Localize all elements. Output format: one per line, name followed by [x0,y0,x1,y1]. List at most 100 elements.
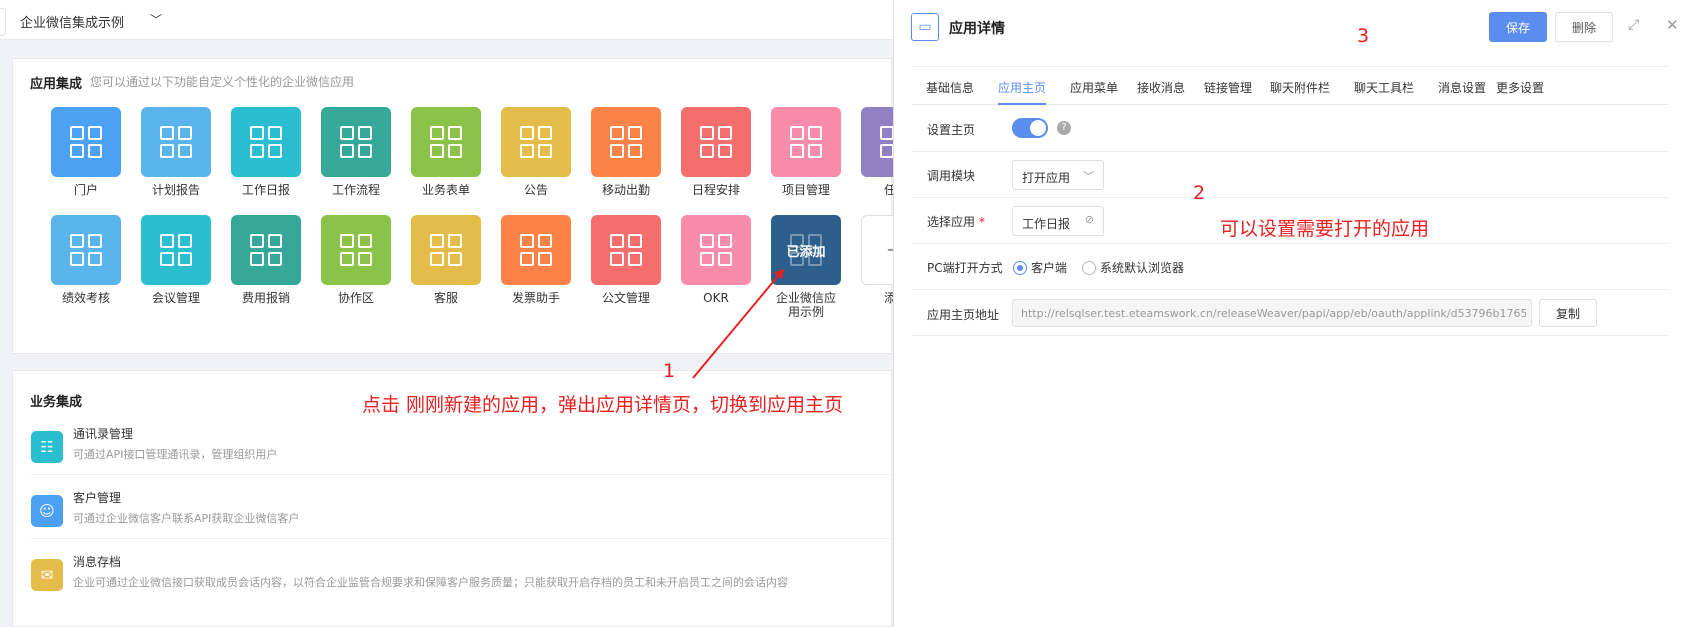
app-tile[interactable] [681,215,751,285]
grid-icon [610,234,642,266]
url-value: http://relsqlser.test.eteamswork.cn/rele… [1021,307,1526,320]
select-app-label: 选择应用 * [927,213,985,230]
grid-icon [700,126,732,158]
app-tile[interactable] [231,215,301,285]
app-tile[interactable] [591,107,661,177]
grid-icon [250,126,282,158]
app-tile-label: 日程安排 [691,183,740,197]
app-tile-label: 门户 [73,183,98,197]
set-homepage-row: 设置主页 ? [912,106,1668,152]
app-tile-label: 会议管理 [151,291,200,305]
app-tile-label: 工作流程 [331,183,380,197]
app-tile-label: 公告 [523,183,548,197]
app-tile[interactable] [51,215,121,285]
grid-icon [70,234,102,266]
app-tile-label: 绩效考核 [61,291,110,305]
radio-client[interactable] [1013,261,1027,275]
select-app-label-text: 选择应用 [927,215,976,229]
tab-bar: 基础信息 应用主页 应用菜单 接收消息 链接管理 聊天附件栏 聊天工具栏 消息设置 更多设置 [912,66,1668,105]
url-field[interactable]: http://relsqlser.test.eteamswork.cn/rele… [1012,299,1532,327]
grid-icon [700,234,732,266]
tab[interactable]: 应用主页 [998,79,1046,96]
app-tile[interactable] [501,215,571,285]
app-title: 企业微信集成示例 [20,16,125,31]
tab[interactable]: 应用菜单 [1070,79,1118,96]
app-tile[interactable] [411,215,481,285]
annotation-number-1: 1 [663,360,676,382]
tab[interactable]: 消息设置 [1438,79,1486,96]
app-tile[interactable] [771,107,841,177]
module-label: 调用模块 [927,169,976,183]
grid-icon [520,126,552,158]
app-tile[interactable] [591,215,661,285]
app-select[interactable]: 工作日报 ⊘ [1012,206,1104,236]
app-tile[interactable] [501,107,571,177]
close-icon[interactable]: ✕ [1666,16,1679,34]
app-tile[interactable] [51,107,121,177]
app-tile-label: 计划报告 [151,183,200,197]
tab[interactable]: 聊天附件栏 [1270,79,1330,96]
grid-icon [790,126,822,158]
annotation-text-1: 点击 刚刚新建的应用，弹出应用详情页，切换到应用主页 [362,394,844,416]
business-item-desc: 可通过API接口管理通讯录，管理组织用户 [73,448,278,461]
app-integration-card: 应用集成 您可以通过以下功能自定义个性化的企业微信应用 门户 计划报告 工作日报 工作… [12,58,931,354]
copy-button[interactable]: 复制 [1539,299,1597,327]
app-tile-label: 协作区 [337,291,374,305]
app-tile[interactable] [141,215,211,285]
app-tile[interactable]: 已添加 [771,215,841,285]
app-tile[interactable] [231,107,301,177]
app-tile-label: 发票助手 [511,291,560,305]
pc-open-row: PC端打开方式 客户端 系统默认浏览器 [912,244,1668,290]
collapse-handle[interactable] [0,8,6,36]
business-item-name[interactable]: 消息存档 [73,553,121,570]
tab[interactable]: 更多设置 [1496,79,1544,96]
active-tab-indicator [998,103,1046,105]
app-tile[interactable] [321,215,391,285]
grid-icon [610,126,642,158]
annotation-number-2: 2 [1193,182,1206,204]
chevron-down-icon: ﹀ [1083,170,1094,183]
save-button[interactable]: 保存 [1489,12,1547,42]
delete-button[interactable]: 删除 [1555,12,1613,42]
user-icon: ☺ [31,495,63,527]
business-item-name[interactable]: 客户管理 [73,489,121,506]
app-tile[interactable] [681,107,751,177]
grid-icon [340,234,372,266]
tab[interactable]: 聊天工具栏 [1354,79,1414,96]
grid-icon [160,126,192,158]
annotation-number-3: 3 [1357,25,1370,47]
app-tile-label: 项目管理 [781,183,830,197]
tab[interactable]: 接收消息 [1137,79,1185,96]
business-item-name[interactable]: 通讯录管理 [73,425,133,442]
grid-icon [250,234,282,266]
cast-icon: ▭ [911,13,939,41]
app-tile[interactable] [411,107,481,177]
set-homepage-label: 设置主页 [927,123,976,137]
section-title: 应用集成 [30,77,83,92]
app-detail-panel: ▭ 应用详情 保存 删除 ⤢ ✕ 基础信息 应用主页 应用菜单 接收消息 链接管理 聊天附… [893,0,1694,627]
radio-browser[interactable] [1082,261,1096,275]
url-label: 应用主页地址 [927,308,1000,322]
tab[interactable]: 基础信息 [926,79,974,96]
added-badge: 已添加 [786,244,826,260]
grid-icon [160,234,192,266]
expand-icon[interactable]: ⤢ [1628,17,1639,33]
radio-client-label: 客户端 [1031,261,1068,275]
module-row: 调用模块 打开应用 ﹀ [912,152,1668,198]
business-item-desc: 企业可通过企业微信接口获取成员会话内容，以符合企业监管合规要求和保障客户服务质量… [73,576,788,589]
grid-icon [340,126,372,158]
section-title: 业务集成 [30,395,83,410]
required-mark: * [978,215,985,229]
homepage-toggle[interactable] [1012,118,1048,138]
clear-icon[interactable]: ⊘ [1085,213,1094,226]
chat-icon: ✉ [31,559,63,591]
help-icon[interactable]: ? [1057,121,1071,135]
grid-icon [430,234,462,266]
app-tile[interactable] [141,107,211,177]
module-select[interactable]: 打开应用 ﹀ [1012,160,1104,190]
app-tile[interactable] [321,107,391,177]
chevron-down-icon[interactable]: ﹀ [150,11,162,28]
divider [31,474,893,475]
tab[interactable]: 链接管理 [1204,79,1252,96]
app-tile-label: 公文管理 [601,291,650,305]
